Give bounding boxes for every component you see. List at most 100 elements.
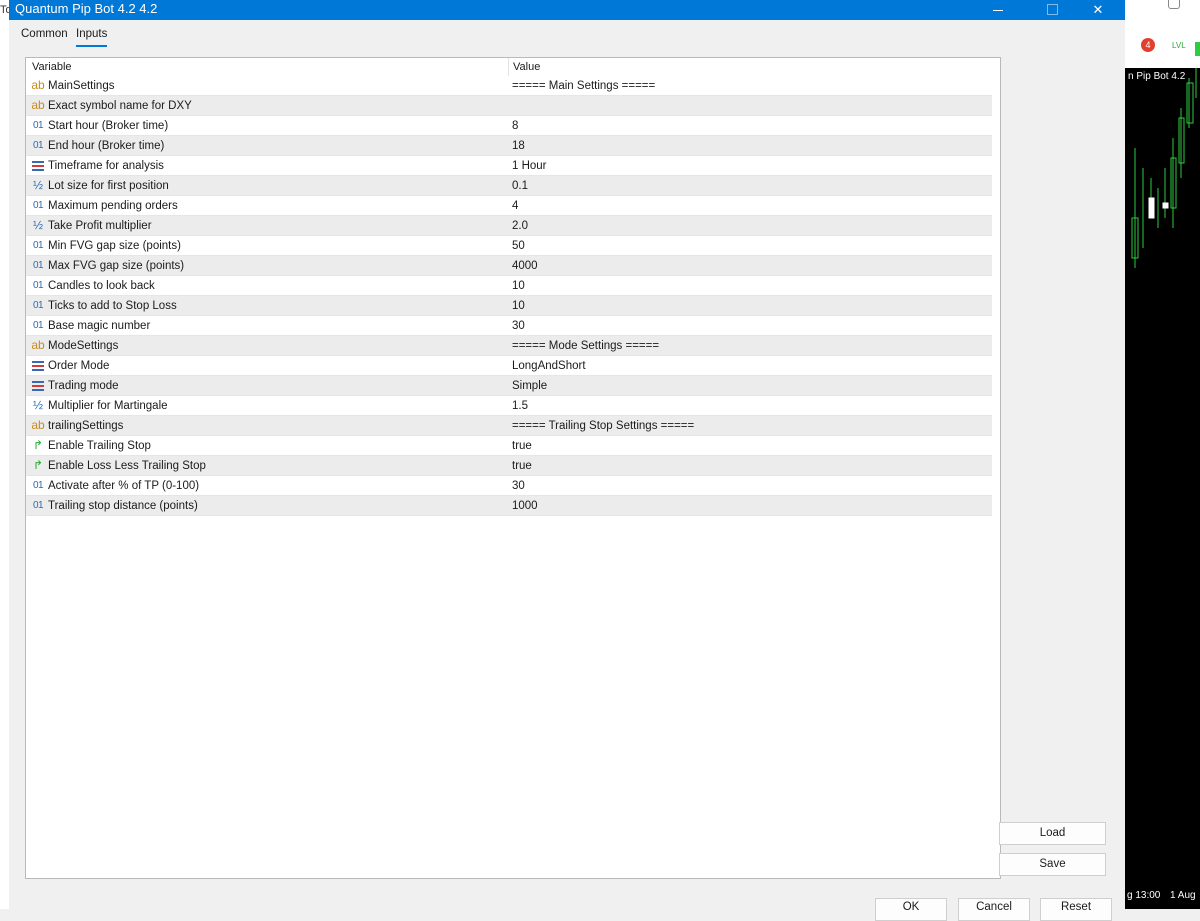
table-row[interactable]: 01 Activate after % of TP (0-100) 30 [26, 476, 992, 496]
variable-value[interactable]: Simple [512, 380, 547, 392]
variable-value[interactable]: 18 [512, 140, 525, 152]
table-row[interactable]: ½ Take Profit multiplier 2.0 [26, 216, 992, 236]
variable-value[interactable]: 10 [512, 280, 525, 292]
integer-icon: 01 [32, 240, 44, 251]
variable-value[interactable]: 2.0 [512, 220, 528, 232]
variable-name: ModeSettings [48, 340, 119, 352]
load-button[interactable]: Load [999, 822, 1106, 845]
integer-icon: 01 [32, 140, 44, 151]
variable-name: Maximum pending orders [48, 200, 178, 212]
variable-value[interactable]: 50 [512, 240, 525, 252]
table-row[interactable]: ↱ Enable Trailing Stop true [26, 436, 992, 456]
variable-name: Min FVG gap size (points) [48, 240, 181, 252]
window-icon [1168, 0, 1180, 9]
variable-value[interactable]: 4000 [512, 260, 538, 272]
double-icon: ½ [32, 178, 43, 192]
integer-icon: 01 [32, 280, 44, 291]
integer-icon: 01 [32, 120, 44, 131]
cancel-button[interactable]: Cancel [958, 898, 1030, 921]
maximize-button[interactable] [1029, 0, 1075, 20]
candle-body [1186, 82, 1194, 124]
variable-name: Multiplier for Martingale [48, 400, 168, 412]
variable-name: Enable Trailing Stop [48, 440, 151, 452]
variable-value[interactable]: ===== Trailing Stop Settings ===== [512, 420, 694, 432]
minimize-button[interactable] [975, 0, 1021, 20]
notification-badge[interactable]: 4 [1133, 38, 1155, 58]
string-icon: ab [31, 98, 45, 112]
integer-icon: 01 [32, 200, 44, 211]
variable-name: Trading mode [48, 380, 119, 392]
reset-button[interactable]: Reset [1040, 898, 1112, 921]
table-row[interactable]: ½ Lot size for first position 0.1 [26, 176, 992, 196]
close-button[interactable]: ✕ [1075, 0, 1121, 20]
variable-value[interactable]: LongAndShort [512, 360, 586, 372]
variable-name: Take Profit multiplier [48, 220, 152, 232]
bool-icon: ↱ [32, 438, 44, 452]
table-row[interactable]: ab trailingSettings ===== Trailing Stop Se… [26, 416, 992, 436]
variable-value[interactable]: 10 [512, 300, 525, 312]
price-chart[interactable]: n Pip Bot 4.2 [1125, 68, 1200, 886]
variable-name: Timeframe for analysis [48, 160, 164, 172]
table-row[interactable]: 01 Ticks to add to Stop Loss 10 [26, 296, 992, 316]
table-row[interactable]: ab MainSettings ===== Main Settings ===== [26, 76, 992, 96]
variable-value[interactable]: ===== Mode Settings ===== [512, 340, 659, 352]
variable-value[interactable]: 1 Hour [512, 160, 547, 172]
table-row[interactable]: 01 End hour (Broker time) 18 [26, 136, 992, 156]
variable-value[interactable]: true [512, 440, 532, 452]
variable-value[interactable]: 30 [512, 480, 525, 492]
variable-name: Activate after % of TP (0-100) [48, 480, 200, 492]
column-header-value[interactable]: Value [513, 61, 540, 73]
variable-name: Order Mode [48, 360, 110, 372]
integer-icon: 01 [32, 320, 44, 331]
string-icon: ab [31, 78, 45, 92]
variable-value[interactable]: 0.1 [512, 180, 528, 192]
table-row[interactable]: Trading mode Simple [26, 376, 992, 396]
string-icon: ab [31, 338, 45, 352]
variable-name: Trailing stop distance (points) [48, 500, 198, 512]
table-row[interactable]: ↱ Enable Loss Less Trailing Stop true [26, 456, 992, 476]
variable-value[interactable]: 4 [512, 200, 518, 212]
column-header-variable[interactable]: Variable [32, 61, 72, 73]
table-row[interactable]: ab ModeSettings ===== Mode Settings ===== [26, 336, 992, 356]
lvl-icon[interactable]: LVL [1172, 41, 1186, 50]
variable-value[interactable]: 1.5 [512, 400, 528, 412]
enum-icon [31, 359, 45, 372]
table-row[interactable]: 01 Start hour (Broker time) 8 [26, 116, 992, 136]
table-row[interactable]: 01 Candles to look back 10 [26, 276, 992, 296]
integer-icon: 01 [32, 480, 44, 491]
variable-name: Exact symbol name for DXY [48, 100, 192, 112]
variable-value[interactable]: 30 [512, 320, 525, 332]
table-row[interactable]: 01 Trailing stop distance (points) 1000 [26, 496, 992, 516]
table-row[interactable]: Timeframe for analysis 1 Hour [26, 156, 992, 176]
ok-button[interactable]: OK [875, 898, 947, 921]
double-icon: ½ [32, 398, 43, 412]
variable-value[interactable]: 1000 [512, 500, 538, 512]
status-indicator [1195, 42, 1200, 56]
variable-name: End hour (Broker time) [48, 140, 165, 152]
input-parameters-dialog: Quantum Pip Bot 4.2 4.2 ✕ Common Inputs … [9, 0, 1125, 921]
candle-body [1148, 197, 1155, 219]
title-bar[interactable]: Quantum Pip Bot 4.2 4.2 ✕ [9, 0, 1125, 20]
variable-value[interactable]: 8 [512, 120, 518, 132]
window-title: Quantum Pip Bot 4.2 4.2 [15, 1, 158, 16]
variable-name: Candles to look back [48, 280, 155, 292]
variable-value[interactable]: true [512, 460, 532, 472]
enum-icon [31, 379, 45, 392]
tab-inputs[interactable]: Inputs [76, 28, 108, 47]
table-row[interactable]: Order Mode LongAndShort [26, 356, 992, 376]
save-button[interactable]: Save [999, 853, 1106, 876]
table-row[interactable]: 01 Maximum pending orders 4 [26, 196, 992, 216]
variable-name: Enable Loss Less Trailing Stop [48, 460, 206, 472]
enum-icon [31, 159, 45, 172]
time-label: g 13:00 [1127, 890, 1161, 901]
table-row[interactable]: ½ Multiplier for Martingale 1.5 [26, 396, 992, 416]
table-row[interactable]: ab Exact symbol name for DXY [26, 96, 992, 116]
variable-name: Base magic number [48, 320, 151, 332]
table-row[interactable]: 01 Min FVG gap size (points) 50 [26, 236, 992, 256]
table-row[interactable]: 01 Max FVG gap size (points) 4000 [26, 256, 992, 276]
chart-time-axis: g 13:00 1 Aug [1125, 886, 1200, 909]
table-row[interactable]: 01 Base magic number 30 [26, 316, 992, 336]
variable-name: trailingSettings [48, 420, 124, 432]
variable-value[interactable]: ===== Main Settings ===== [512, 80, 655, 92]
tab-common[interactable]: Common [21, 28, 68, 40]
